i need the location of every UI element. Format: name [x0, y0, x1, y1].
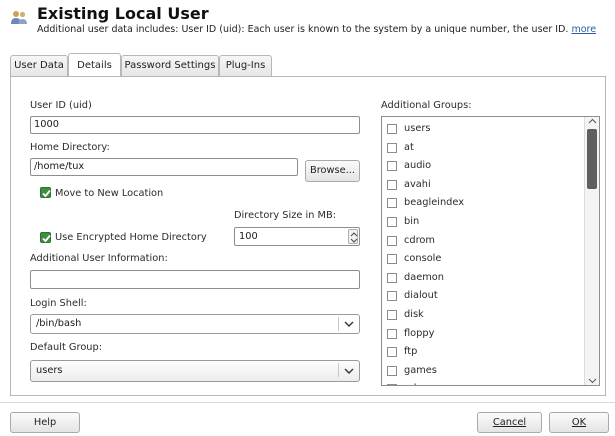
group-name: daemon — [404, 271, 444, 283]
group-checkbox[interactable] — [387, 179, 397, 190]
cancel-button[interactable]: Cancel — [477, 412, 542, 433]
group-item[interactable]: console — [382, 251, 582, 270]
group-name: users — [404, 123, 431, 134]
group-checkbox[interactable] — [387, 161, 397, 172]
uid-input[interactable]: 1000 — [30, 116, 360, 134]
chevron-down-icon — [344, 368, 354, 374]
page-subtitle: Additional user data includes: User ID (… — [37, 24, 596, 35]
group-name: console — [404, 253, 442, 265]
group-item[interactable]: avahi — [382, 177, 582, 196]
group-name: avahi — [404, 178, 431, 190]
users-icon — [10, 9, 28, 25]
checkmark-icon — [42, 234, 51, 243]
group-name: floppy — [404, 327, 435, 339]
group-name: gdm — [404, 383, 426, 385]
tab-password-settings[interactable]: Password Settings — [121, 55, 219, 76]
subtitle-text: Additional user data includes: User ID (… — [37, 24, 569, 35]
group-checkbox[interactable] — [387, 254, 397, 265]
groups-list[interactable]: users at audio avahi beagleindex bin cdrom cons… — [381, 116, 600, 386]
group-checkbox[interactable] — [387, 384, 397, 385]
dir-size-spinner[interactable]: 100 — [234, 227, 360, 246]
group-name: beagleindex — [404, 197, 465, 209]
group-item[interactable]: users — [382, 121, 582, 140]
group-item[interactable]: at — [382, 140, 582, 159]
group-checkbox[interactable] — [387, 235, 397, 246]
tab-user-data[interactable]: User Data — [10, 55, 68, 76]
group-item[interactable]: gdm — [382, 381, 582, 385]
help-button[interactable]: Help — [10, 412, 80, 433]
home-directory-input[interactable]: /home/tux — [30, 158, 298, 176]
group-checkbox[interactable] — [387, 328, 397, 339]
page-title: Existing Local User — [37, 4, 209, 23]
group-checkbox[interactable] — [387, 347, 397, 358]
login-shell-combo[interactable]: /bin/bash — [30, 314, 360, 334]
group-item[interactable]: floppy — [382, 326, 582, 345]
group-checkbox[interactable] — [387, 217, 397, 227]
default-group-value: users — [36, 365, 63, 376]
spinner-arrows-icon[interactable] — [348, 229, 358, 244]
dir-size-label: Directory Size in MB: — [234, 210, 337, 221]
scroll-up-icon[interactable] — [588, 118, 597, 125]
move-label: Move to New Location — [55, 188, 164, 199]
tab-plug-ins[interactable]: Plug-Ins — [219, 55, 272, 76]
checkmark-icon — [42, 189, 51, 198]
group-name: ftp — [404, 346, 418, 358]
more-link[interactable]: more — [571, 24, 596, 35]
default-group-label: Default Group: — [30, 342, 103, 353]
group-checkbox[interactable] — [387, 124, 397, 134]
tab-bar: User Data Details Password Settings Plug… — [10, 53, 606, 77]
groups-scrollbar[interactable] — [584, 117, 599, 385]
move-checkbox[interactable] — [40, 187, 51, 198]
home-directory-label: Home Directory: — [30, 142, 110, 153]
group-item[interactable]: cdrom — [382, 233, 582, 252]
group-item[interactable]: ftp — [382, 344, 582, 363]
group-item[interactable]: bin — [382, 214, 582, 233]
scroll-thumb[interactable] — [587, 129, 597, 189]
encrypt-label: Use Encrypted Home Directory — [55, 232, 207, 243]
group-item[interactable]: games — [382, 363, 582, 382]
group-checkbox[interactable] — [387, 198, 397, 209]
uid-label: User ID (uid) — [30, 100, 92, 111]
chevron-down-icon — [344, 321, 354, 327]
login-shell-value: /bin/bash — [36, 318, 82, 329]
group-item[interactable]: beagleindex — [382, 195, 582, 214]
group-item[interactable]: audio — [382, 158, 582, 177]
group-name: disk — [404, 309, 424, 320]
group-item[interactable]: dialout — [382, 288, 582, 307]
tab-details[interactable]: Details — [68, 53, 121, 76]
encrypt-checkbox[interactable] — [40, 232, 51, 243]
group-name: games — [404, 364, 437, 376]
group-checkbox[interactable] — [387, 272, 397, 283]
group-item[interactable]: daemon — [382, 270, 582, 289]
additional-info-label: Additional User Information: — [30, 253, 168, 264]
login-shell-label: Login Shell: — [30, 298, 87, 309]
group-checkbox[interactable] — [387, 142, 397, 153]
group-checkbox[interactable] — [387, 291, 397, 302]
ok-button[interactable]: OK — [549, 412, 609, 433]
dir-size-value: 100 — [239, 231, 258, 242]
group-name: audio — [404, 160, 432, 172]
group-name: cdrom — [404, 234, 435, 246]
footer-divider — [0, 402, 615, 403]
group-checkbox[interactable] — [387, 365, 397, 376]
dialog-header: Existing Local User Additional user data… — [0, 0, 615, 40]
group-checkbox[interactable] — [387, 310, 397, 320]
group-name: bin — [404, 216, 420, 227]
browse-button[interactable]: Browse... — [305, 160, 360, 182]
additional-info-input[interactable] — [30, 270, 360, 289]
additional-groups-label: Additional Groups: — [381, 100, 472, 111]
group-name: dialout — [404, 290, 438, 302]
default-group-combo[interactable]: users — [30, 360, 360, 382]
group-name: at — [404, 141, 414, 153]
group-item[interactable]: disk — [382, 307, 582, 326]
scroll-down-icon[interactable] — [588, 377, 597, 384]
